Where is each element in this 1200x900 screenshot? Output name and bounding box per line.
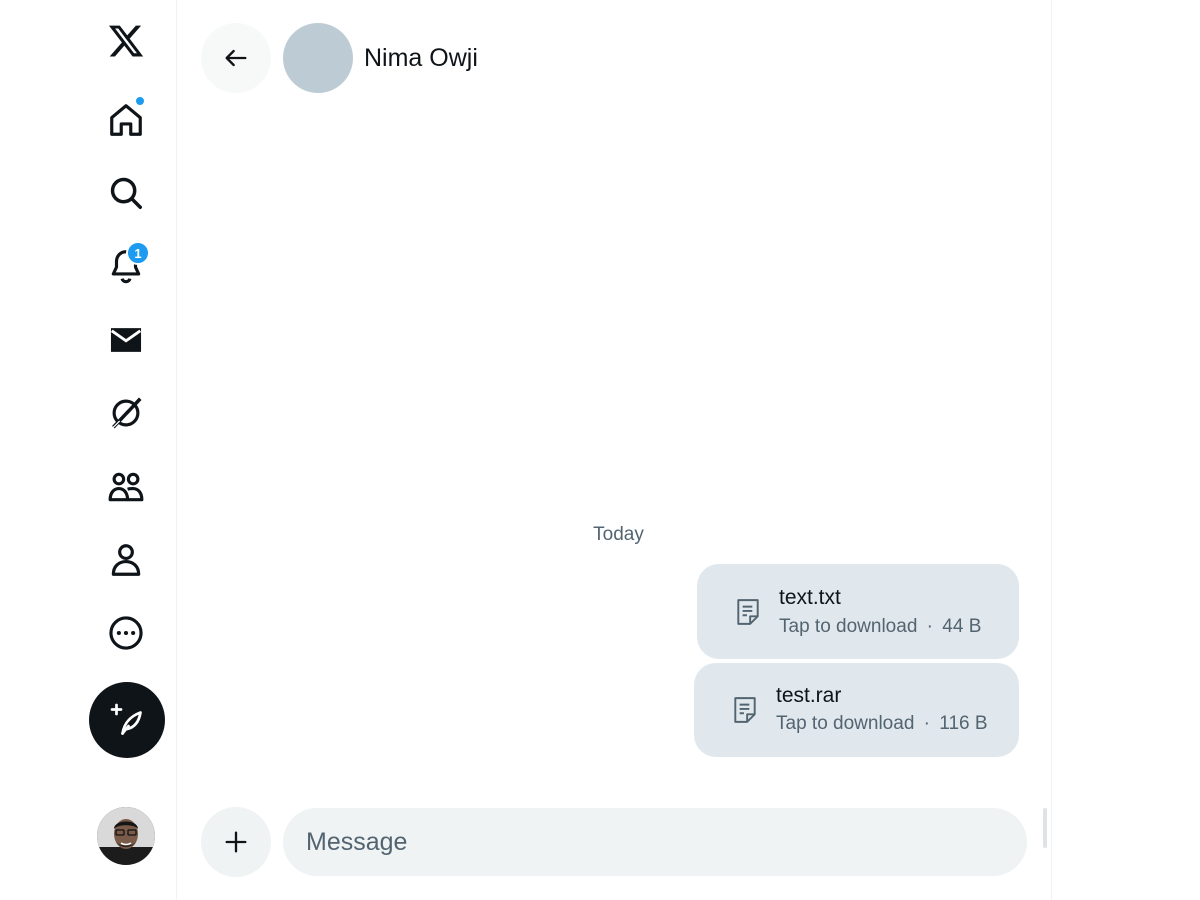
- more-circle-icon: [109, 616, 143, 650]
- back-button[interactable]: [201, 23, 271, 93]
- account-avatar[interactable]: [97, 807, 155, 865]
- file-meta: Tap to download · 44 B: [779, 616, 981, 638]
- file-size: 44 B: [942, 616, 982, 637]
- notifications-badge: 1: [126, 241, 150, 265]
- search-icon: [110, 177, 142, 209]
- date-separator: Today: [593, 524, 644, 545]
- home-unread-dot: [135, 96, 145, 106]
- file-icon: [737, 599, 759, 625]
- nav-notifications[interactable]: 1: [96, 236, 156, 296]
- contact-avatar[interactable]: [283, 23, 353, 93]
- grok-icon: [112, 397, 142, 429]
- people-icon: [108, 472, 144, 502]
- file-meta: Tap to download · 116 B: [776, 713, 988, 735]
- meta-separator: ·: [926, 616, 933, 637]
- feather-plus-icon: [110, 703, 142, 735]
- nav-messages[interactable]: [96, 310, 156, 370]
- nav-communities[interactable]: [96, 457, 156, 517]
- file-message-test-rar[interactable]: test.rar Tap to download · 116 B: [694, 663, 1019, 757]
- main-column-border: [1051, 0, 1052, 900]
- download-hint: Tap to download: [776, 713, 915, 734]
- left-nav: 1: [0, 0, 177, 900]
- download-hint: Tap to download: [779, 616, 918, 637]
- nav-grok[interactable]: [96, 383, 156, 443]
- arrow-left-icon: [225, 49, 247, 67]
- x-logo-icon: [108, 25, 144, 57]
- scrollbar[interactable]: [1043, 808, 1047, 848]
- home-icon: [110, 104, 142, 136]
- file-name: test.rar: [776, 684, 842, 707]
- file-size: 116 B: [939, 713, 988, 734]
- person-icon: [111, 544, 141, 576]
- compose-post-button[interactable]: [89, 682, 165, 758]
- avatar-photo: [97, 807, 155, 865]
- envelope-icon: [110, 328, 142, 352]
- meta-separator: ·: [923, 713, 930, 734]
- message-input[interactable]: [283, 808, 1027, 876]
- add-attachment-button[interactable]: [201, 807, 271, 877]
- contact-name[interactable]: Nima Owji: [364, 44, 478, 73]
- x-logo-link[interactable]: [96, 11, 156, 71]
- file-message-text-txt[interactable]: text.txt Tap to download · 44 B: [697, 564, 1019, 659]
- file-name: text.txt: [779, 586, 841, 609]
- nav-home[interactable]: [96, 90, 156, 150]
- nav-more[interactable]: [96, 603, 156, 663]
- nav-explore[interactable]: [96, 163, 156, 223]
- plus-icon: [225, 831, 247, 853]
- file-icon: [734, 697, 756, 723]
